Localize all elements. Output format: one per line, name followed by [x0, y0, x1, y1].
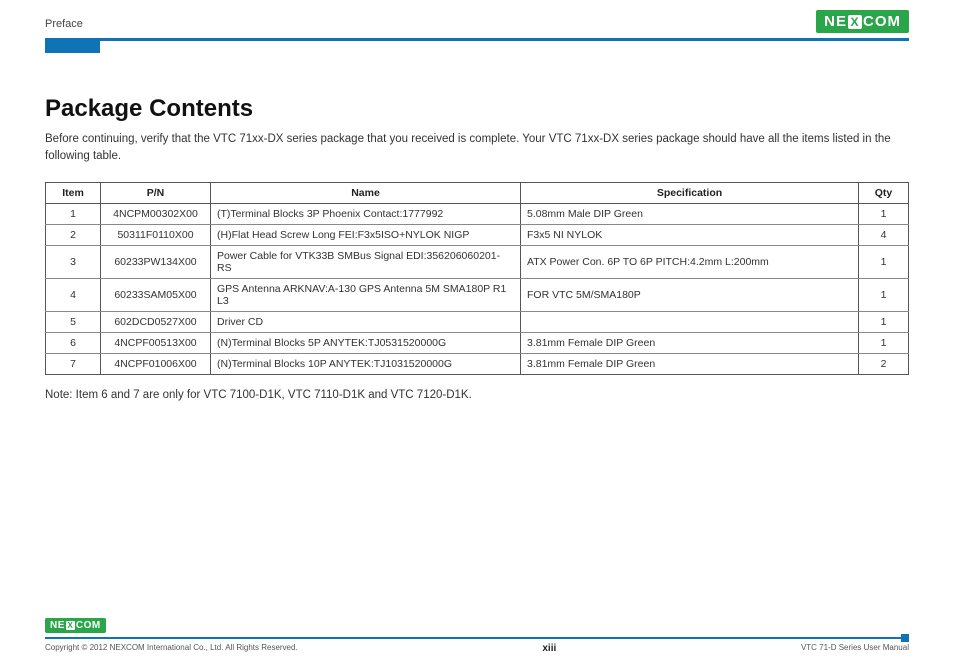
table-row: 460233SAM05X00GPS Antenna ARKNAV:A-130 G…	[46, 279, 909, 312]
header-rule	[45, 38, 909, 41]
table-row: 64NCPF00513X00(N)Terminal Blocks 5P ANYT…	[46, 333, 909, 354]
table-header-row: Item P/N Name Specification Qty	[46, 183, 909, 204]
package-table: Item P/N Name Specification Qty 14NCPM00…	[45, 182, 909, 375]
footer-logo: NEXCOM	[45, 618, 106, 633]
cell-qty: 1	[859, 312, 909, 333]
cell-item: 7	[46, 354, 101, 375]
col-pn: P/N	[101, 183, 211, 204]
cell-qty: 1	[859, 333, 909, 354]
cell-name: Power Cable for VTK33B SMBus Signal EDI:…	[211, 246, 521, 279]
cell-pn: 4NCPM00302X00	[101, 204, 211, 225]
col-qty: Qty	[859, 183, 909, 204]
intro-text: Before continuing, verify that the VTC 7…	[45, 131, 909, 164]
cell-name: (N)Terminal Blocks 10P ANYTEK:TJ10315200…	[211, 354, 521, 375]
cell-name: Driver CD	[211, 312, 521, 333]
cell-item: 3	[46, 246, 101, 279]
cell-qty: 1	[859, 204, 909, 225]
cell-qty: 2	[859, 354, 909, 375]
cell-item: 1	[46, 204, 101, 225]
cell-name: (N)Terminal Blocks 5P ANYTEK:TJ053152000…	[211, 333, 521, 354]
cell-pn: 4NCPF01006X00	[101, 354, 211, 375]
cell-spec: 5.08mm Male DIP Green	[521, 204, 859, 225]
col-spec: Specification	[521, 183, 859, 204]
table-row: 5602DCD0527X00Driver CD 1	[46, 312, 909, 333]
table-row: 74NCPF01006X00(N)Terminal Blocks 10P ANY…	[46, 354, 909, 375]
footer-rule	[45, 637, 909, 639]
col-item: Item	[46, 183, 101, 204]
cell-pn: 4NCPF00513X00	[101, 333, 211, 354]
cell-spec: ATX Power Con. 6P TO 6P PITCH:4.2mm L:20…	[521, 246, 859, 279]
cell-pn: 50311F0110X00	[101, 225, 211, 246]
cell-spec	[521, 312, 859, 333]
doc-title: VTC 71-D Series User Manual	[801, 643, 909, 654]
cell-name: (T)Terminal Blocks 3P Phoenix Contact:17…	[211, 204, 521, 225]
cell-spec: 3.81mm Female DIP Green	[521, 354, 859, 375]
cell-spec: 3.81mm Female DIP Green	[521, 333, 859, 354]
cell-name: (H)Flat Head Screw Long FEI:F3x5ISO+NYLO…	[211, 225, 521, 246]
cell-pn: 60233PW134X00	[101, 246, 211, 279]
cell-item: 2	[46, 225, 101, 246]
col-name: Name	[211, 183, 521, 204]
cell-qty: 1	[859, 279, 909, 312]
copyright: Copyright © 2012 NEXCOM International Co…	[45, 643, 298, 654]
note-text: Note: Item 6 and 7 are only for VTC 7100…	[45, 389, 909, 401]
cell-item: 5	[46, 312, 101, 333]
cell-spec: F3x5 NI NYLOK	[521, 225, 859, 246]
cell-pn: 60233SAM05X00	[101, 279, 211, 312]
table-row: 360233PW134X00Power Cable for VTK33B SMB…	[46, 246, 909, 279]
header-tab	[45, 41, 100, 53]
section-label: Preface	[45, 18, 83, 30]
page-title: Package Contents	[45, 95, 909, 123]
cell-qty: 4	[859, 225, 909, 246]
cell-item: 6	[46, 333, 101, 354]
cell-item: 4	[46, 279, 101, 312]
table-row: 14NCPM00302X00(T)Terminal Blocks 3P Phoe…	[46, 204, 909, 225]
cell-name: GPS Antenna ARKNAV:A-130 GPS Antenna 5M …	[211, 279, 521, 312]
cell-spec: FOR VTC 5M/SMA180P	[521, 279, 859, 312]
cell-qty: 1	[859, 246, 909, 279]
page-number: xiii	[542, 643, 556, 654]
cell-pn: 602DCD0527X00	[101, 312, 211, 333]
brand-logo: NEXCOM	[816, 10, 909, 33]
table-row: 250311F0110X00(H)Flat Head Screw Long FE…	[46, 225, 909, 246]
